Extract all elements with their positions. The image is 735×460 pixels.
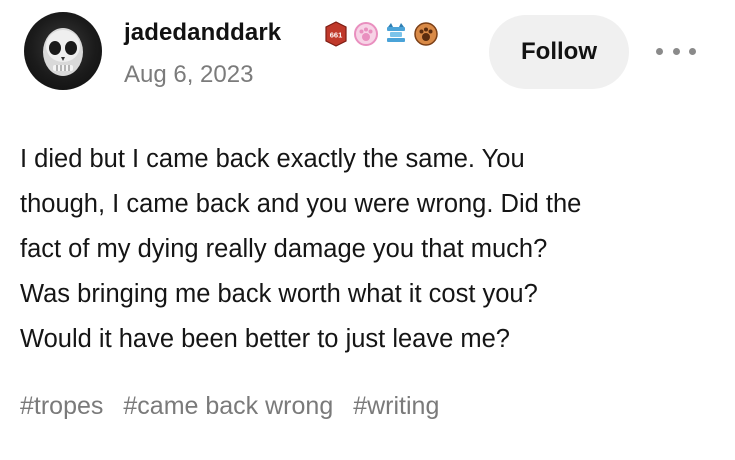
post-date: Aug 6, 2023 — [124, 61, 254, 88]
post-body: I died but I came back exactly the same.… — [20, 137, 720, 362]
pink-paw-badge-icon[interactable] — [352, 20, 380, 48]
post-body-line: fact of my dying really damage you that … — [20, 235, 548, 263]
post-card: jadedanddark 661 Aug 6, 2023 Follow I di… — [0, 0, 735, 460]
post-body-line: I died but I came back exactly the same.… — [20, 145, 525, 173]
post-body-line: though, I came back and you were wrong. … — [20, 190, 582, 218]
tag-list: #tropes #came back wrong #writing — [20, 392, 439, 421]
more-options-icon[interactable] — [656, 45, 696, 57]
dot — [656, 47, 663, 55]
blue-cat-badge-icon[interactable] — [382, 20, 410, 48]
post-body-line: Would it have been better to just leave … — [20, 325, 510, 353]
post-body-line: Was bringing me back worth what it cost … — [20, 280, 538, 308]
badge-list: 661 — [322, 18, 440, 50]
svg-text:661: 661 — [330, 31, 343, 40]
dot — [689, 47, 696, 55]
tag-came-back-wrong[interactable]: #came back wrong — [123, 392, 333, 421]
tag-tropes[interactable]: #tropes — [20, 392, 103, 421]
red-rank-badge-icon[interactable]: 661 — [322, 20, 350, 48]
follow-button[interactable]: Follow — [489, 15, 629, 89]
dot — [672, 47, 680, 55]
skull-face-avatar-icon — [43, 28, 83, 76]
username[interactable]: jadedanddark — [124, 19, 281, 47]
avatar[interactable] — [24, 12, 102, 90]
tag-writing[interactable]: #writing — [353, 392, 439, 421]
orange-paw-badge-icon[interactable] — [412, 20, 440, 48]
